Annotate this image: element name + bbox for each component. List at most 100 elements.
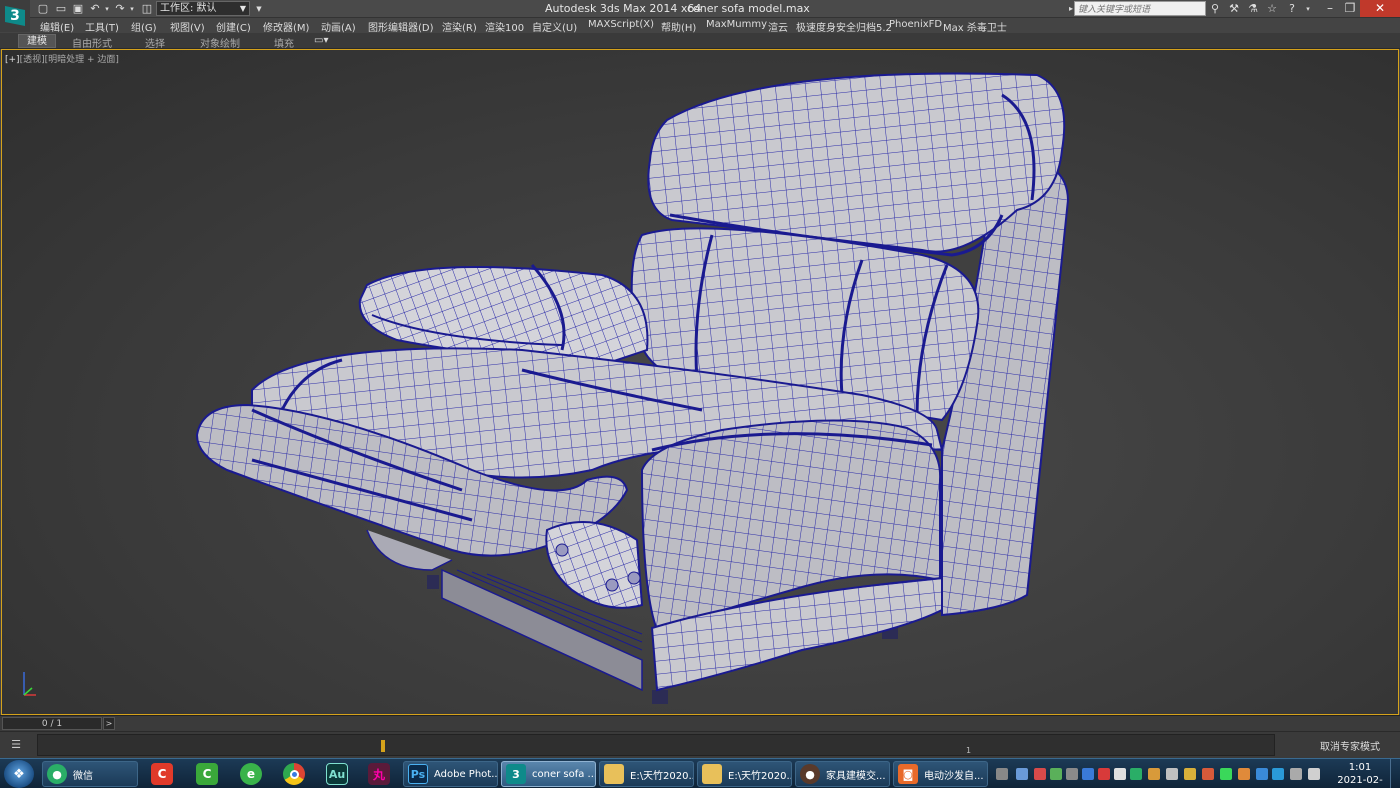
- menu-edit[interactable]: 编辑(E): [40, 19, 74, 34]
- mute-tray-icon[interactable]: [1114, 768, 1126, 780]
- camtasia-tray-icon[interactable]: [1098, 768, 1110, 780]
- security-tray-icon[interactable]: [1034, 768, 1046, 780]
- app-title: Autodesk 3ds Max 2014 x64: [545, 2, 702, 15]
- wechat-icon: ●: [47, 764, 67, 784]
- taskbar-pin-chrome[interactable]: [277, 761, 311, 787]
- taskbar-item-folder-1[interactable]: E:\天竹2020...: [599, 761, 694, 787]
- signal-tray-icon[interactable]: [1290, 768, 1302, 780]
- 3dsmax-icon: 3: [506, 764, 526, 784]
- speaker-tray-icon[interactable]: [1308, 768, 1320, 780]
- communication-center-icon[interactable]: ⚗: [1245, 1, 1261, 17]
- menu-animation[interactable]: 动画(A): [321, 19, 356, 34]
- cancel-expert-mode-button[interactable]: 取消专家模式: [1320, 738, 1380, 753]
- favorites-star-icon[interactable]: ☆: [1264, 1, 1280, 17]
- time-marker[interactable]: [381, 740, 385, 752]
- taskbar-item-wechat[interactable]: ● 微信: [42, 761, 138, 787]
- menu-archive[interactable]: 极速度身安全归档5.2: [796, 19, 892, 34]
- track-bar[interactable]: 1: [37, 734, 1275, 756]
- menu-maxscript[interactable]: MAXScript(X): [588, 19, 654, 30]
- time-slider[interactable]: 0 / 1: [2, 717, 102, 730]
- help-icon[interactable]: ?: [1284, 1, 1300, 17]
- subscription-icon[interactable]: ⚒: [1226, 1, 1242, 17]
- quick-access-dropdown-icon[interactable]: ▼: [252, 2, 266, 16]
- menu-group[interactable]: 组(G): [131, 19, 157, 34]
- menu-help[interactable]: 帮助(H): [661, 19, 696, 34]
- volume-tray-icon[interactable]: [1066, 768, 1078, 780]
- camtasia-red-icon: C: [151, 763, 173, 785]
- ribbon-options-icon[interactable]: ▭▾: [314, 35, 328, 46]
- menu-render100[interactable]: 渲染100: [485, 19, 524, 34]
- close-button[interactable]: ✕: [1360, 0, 1400, 17]
- taskbar-item-folder-2[interactable]: E:\天竹2020...: [697, 761, 792, 787]
- settings-tray-icon[interactable]: [1016, 768, 1028, 780]
- taskbar-item-chat[interactable]: ● 家具建模交...: [795, 761, 890, 787]
- 3dsmax-app-icon[interactable]: 3: [0, 0, 30, 32]
- 360-browser-icon: e: [240, 763, 262, 785]
- tab-object-paint[interactable]: 对象绘制: [200, 35, 240, 50]
- tab-modeling[interactable]: 建模: [18, 34, 56, 48]
- app3-tray-icon[interactable]: [1238, 768, 1250, 780]
- taskbar-pin-camtasia-green[interactable]: C: [190, 761, 224, 787]
- menu-views[interactable]: 视图(V): [170, 19, 205, 34]
- system-clock[interactable]: 1:01 2021-02-07: [1335, 761, 1385, 788]
- menu-maxmummy[interactable]: MaxMummy: [706, 19, 767, 30]
- menu-antivirus[interactable]: Max 杀毒卫士: [943, 19, 1007, 34]
- undo-dropdown-icon[interactable]: ▾: [100, 2, 114, 16]
- menu-modifiers[interactable]: 修改器(M): [263, 19, 309, 34]
- taskbar-item-camera-app[interactable]: ◙ 电动沙发自...: [893, 761, 988, 787]
- menu-xuanyun[interactable]: 渲云: [768, 19, 788, 34]
- maxscript-listener-icon[interactable]: ☰: [6, 736, 26, 754]
- show-desktop-button[interactable]: [1390, 759, 1400, 788]
- menu-create[interactable]: 创建(C): [216, 19, 251, 34]
- project-folder-icon[interactable]: ◫: [140, 2, 154, 16]
- open-file-icon[interactable]: ▭: [54, 2, 68, 16]
- redo-dropdown-icon[interactable]: ▾: [125, 2, 139, 16]
- taskbar-item-photoshop[interactable]: Ps Adobe Phot...: [403, 761, 498, 787]
- ribbon-tabs: 建模 自由形式 选择 对象绘制 填充 ▭▾: [0, 33, 1400, 50]
- tab-selection[interactable]: 选择: [145, 35, 165, 50]
- next-frame-button[interactable]: >: [103, 717, 115, 730]
- taskbar-pin-360-browser[interactable]: e: [234, 761, 268, 787]
- search-input[interactable]: [1074, 1, 1206, 16]
- start-button[interactable]: ❖: [4, 760, 34, 788]
- menu-tools[interactable]: 工具(T): [85, 19, 119, 34]
- app4-tray-icon[interactable]: [1256, 768, 1268, 780]
- chrome-icon: [283, 763, 305, 785]
- camera-app-icon: ◙: [898, 764, 918, 784]
- app5-tray-icon[interactable]: [1272, 768, 1284, 780]
- tab-freeform[interactable]: 自由形式: [72, 35, 112, 50]
- chat-icon: ●: [800, 764, 820, 784]
- menu-graph-editors[interactable]: 图形编辑器(D): [368, 19, 434, 34]
- cloud-tray-icon[interactable]: [1082, 768, 1094, 780]
- taskbar-pin-camtasia-red[interactable]: C: [145, 761, 179, 787]
- menu-rendering[interactable]: 渲染(R): [442, 19, 477, 34]
- taskbar-pin-app[interactable]: 丸: [362, 761, 396, 787]
- wechat-tray-icon[interactable]: [1130, 768, 1142, 780]
- menu-phoenixfd[interactable]: PhoenixFD: [889, 19, 942, 30]
- taskbar-pin-audition[interactable]: Au: [320, 761, 354, 787]
- clock-time: 1:01: [1348, 762, 1372, 773]
- app2-tray-icon[interactable]: [1202, 768, 1214, 780]
- binoculars-icon[interactable]: ⚲: [1207, 1, 1223, 17]
- taskbar-item-3dsmax[interactable]: 3 coner sofa ...: [501, 761, 596, 787]
- perspective-viewport[interactable]: [+][透视][明暗处理 + 边面]: [1, 49, 1399, 715]
- keyboard-tray-icon[interactable]: [996, 768, 1008, 780]
- sofa-wireframe-model[interactable]: [2, 50, 1399, 715]
- app-tray-icon[interactable]: [1148, 768, 1160, 780]
- workspace-dropdown[interactable]: 工作区: 默认 ▼: [156, 1, 250, 16]
- network-tray-icon[interactable]: [1050, 768, 1062, 780]
- help-dropdown-icon[interactable]: ▾: [1300, 1, 1316, 17]
- chevron-down-icon: ▼: [239, 4, 246, 13]
- usb-tray-icon[interactable]: [1166, 768, 1178, 780]
- taskbar-item-label: 电动沙发自...: [924, 770, 984, 782]
- update-tray-icon[interactable]: [1220, 768, 1232, 780]
- taskbar-item-label: 家具建模交...: [826, 770, 886, 782]
- tab-populate[interactable]: 填充: [274, 35, 294, 50]
- power-tray-icon[interactable]: [1184, 768, 1196, 780]
- new-file-icon[interactable]: ▢: [36, 2, 50, 16]
- folder-icon: [702, 764, 722, 784]
- menu-customize[interactable]: 自定义(U): [532, 19, 577, 34]
- track-tick-label: 1: [966, 746, 972, 755]
- save-icon[interactable]: ▣: [71, 2, 85, 16]
- taskbar-item-label: E:\天竹2020...: [728, 770, 792, 782]
